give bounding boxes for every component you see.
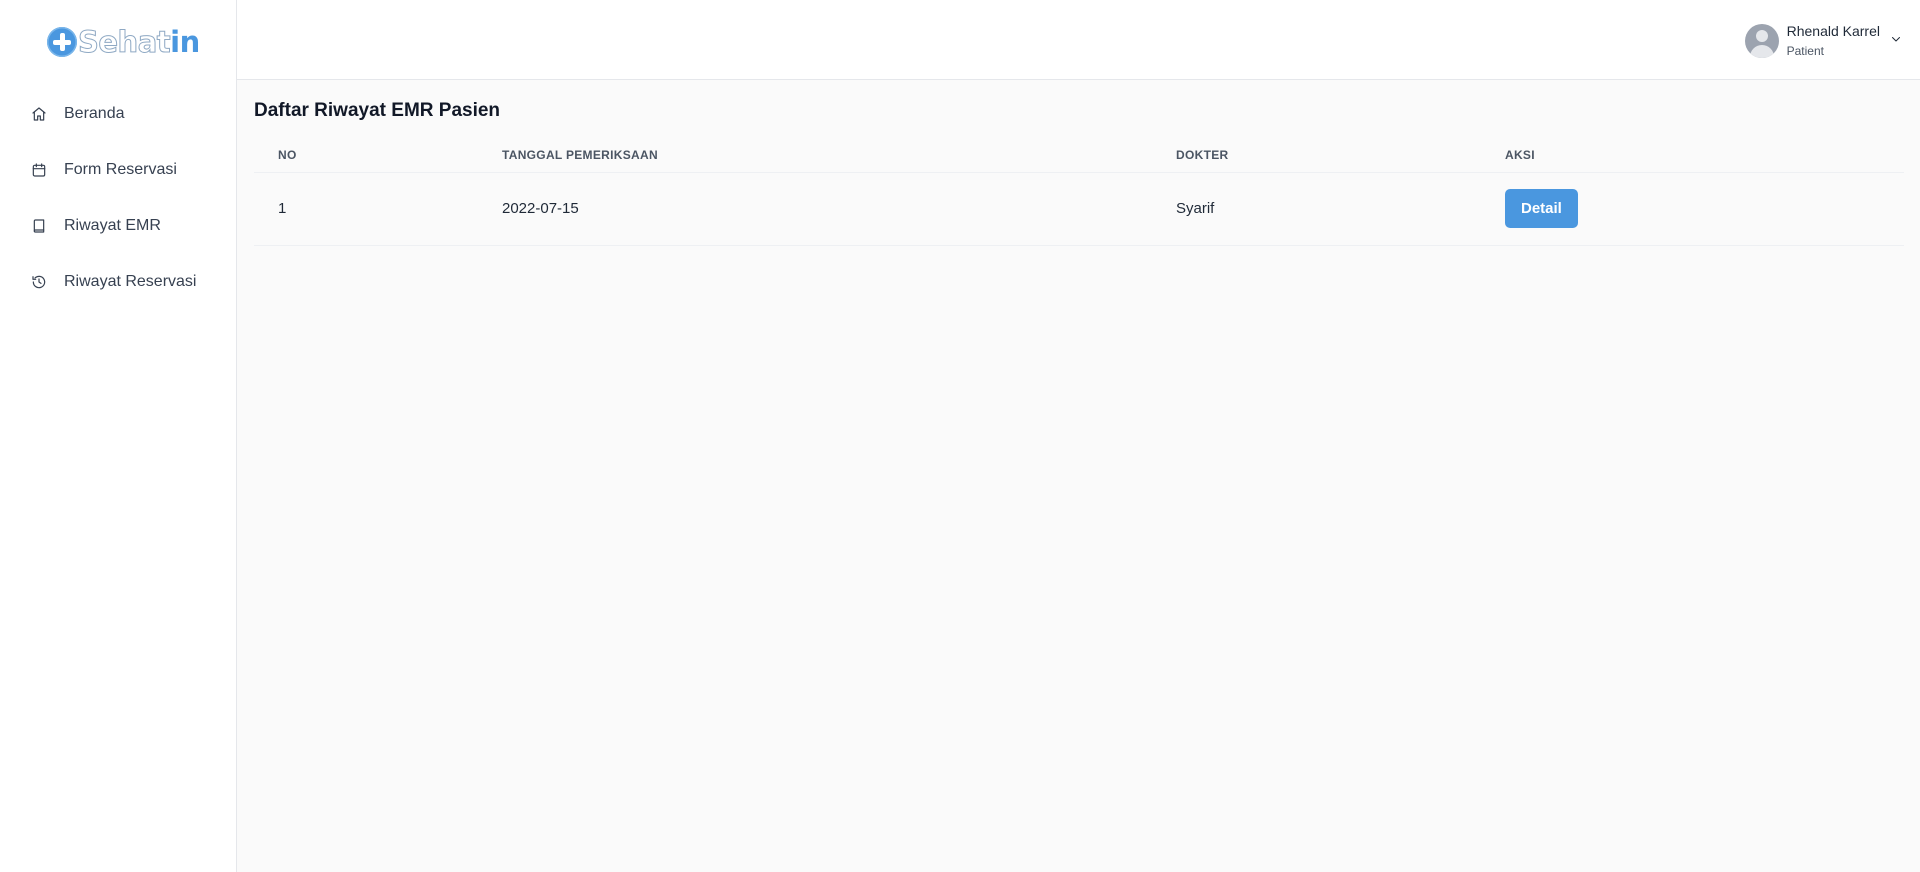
sidebar-item-label: Riwayat Reservasi: [64, 273, 197, 290]
cell-action: Detail: [1481, 172, 1904, 246]
app-logo[interactable]: Sehatin: [47, 22, 200, 62]
app-root: Sehatin Beranda Form Reservasi Riwayat E…: [0, 0, 1920, 872]
logo-text-sehat: Sehat: [77, 24, 171, 59]
sidebar-item-label: Riwayat EMR: [64, 217, 161, 234]
sidebar-item-form-reservasi[interactable]: Form Reservasi: [0, 142, 236, 198]
emr-table: NO TANGGAL PEMERIKSAAN DOKTER AKSI 1 202…: [254, 138, 1904, 246]
top-bar: Rhenald Karrel Patient: [237, 0, 1920, 80]
logo-text: Sehatin: [77, 24, 200, 59]
main-area: Rhenald Karrel Patient Daftar Riwayat EM…: [237, 0, 1920, 872]
page-title: Daftar Riwayat EMR Pasien: [254, 100, 501, 121]
column-header-doctor: DOKTER: [1152, 138, 1481, 173]
content: Daftar Riwayat EMR Pasien NO TANGGAL PEM…: [237, 80, 1920, 246]
sidebar-item-label: Form Reservasi: [64, 161, 177, 178]
sidebar-item-riwayat-emr[interactable]: Riwayat EMR: [0, 198, 236, 254]
sidebar-item-riwayat-reservasi[interactable]: Riwayat Reservasi: [0, 254, 236, 310]
table-row: 1 2022-07-15 Syarif Detail: [254, 172, 1904, 246]
chevron-down-icon[interactable]: [1890, 32, 1902, 50]
table-header-row: NO TANGGAL PEMERIKSAAN DOKTER AKSI: [254, 138, 1904, 173]
user-info: Rhenald Karrel Patient: [1787, 22, 1880, 60]
sidebar-item-label: Beranda: [64, 105, 125, 122]
cell-doctor: Syarif: [1152, 172, 1481, 246]
detail-button[interactable]: Detail: [1505, 189, 1578, 228]
avatar: [1744, 24, 1779, 58]
sidebar-item-beranda[interactable]: Beranda: [0, 86, 236, 142]
cell-no: 1: [254, 172, 478, 246]
home-icon: [31, 106, 47, 122]
calendar-icon: [31, 162, 47, 178]
user-menu[interactable]: Rhenald Karrel Patient: [1744, 22, 1902, 60]
sidebar: Sehatin Beranda Form Reservasi Riwayat E…: [0, 0, 237, 872]
book-icon: [31, 218, 47, 234]
column-header-action: AKSI: [1481, 138, 1904, 173]
column-header-no: NO: [254, 138, 478, 173]
user-name: Rhenald Karrel: [1786, 23, 1880, 39]
column-header-date: TANGGAL PEMERIKSAAN: [478, 138, 1152, 173]
cell-date: 2022-07-15: [478, 172, 1152, 246]
history-icon: [31, 274, 47, 290]
user-role: Patient: [1786, 44, 1824, 58]
medical-plus-icon: [47, 27, 77, 57]
logo-text-in: in: [170, 24, 200, 59]
sidebar-nav: Beranda Form Reservasi Riwayat EMR Riway…: [0, 86, 236, 310]
